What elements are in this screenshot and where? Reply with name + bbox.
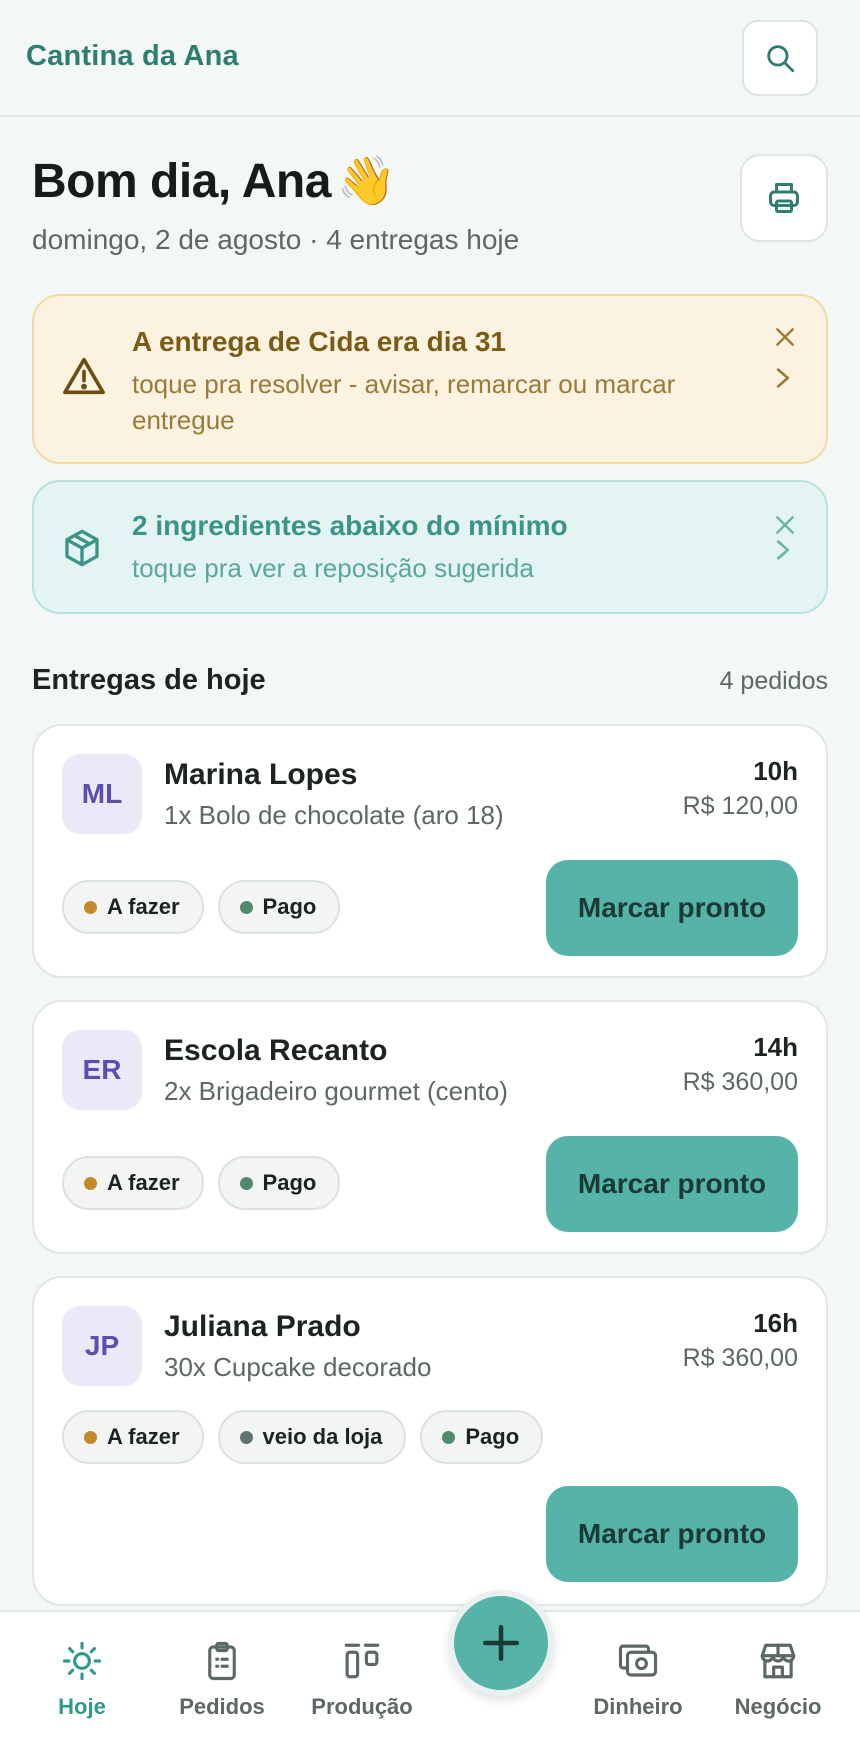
status-chips: A fazer Pago: [62, 880, 341, 934]
store-icon: [760, 1643, 796, 1679]
status-chip: A fazer: [62, 880, 204, 934]
nav-label: Produção: [311, 1694, 413, 1719]
order-price: R$ 360,00: [682, 1068, 798, 1096]
alert-title: 2 ingredientes abaixo do mínimo: [132, 510, 568, 541]
customer-name: Marina Lopes: [164, 758, 358, 791]
order-item: 1x Bolo de chocolate (aro 18): [164, 800, 504, 830]
chevron-right-icon: [776, 368, 790, 388]
section-count: 4 pedidos: [719, 667, 828, 695]
greeting-title: Bom dia, Ana 👋: [32, 152, 397, 209]
app-brand: Cantina da Ana: [26, 40, 239, 72]
search-button[interactable]: [742, 20, 818, 96]
nav-label: Negócio: [734, 1694, 822, 1719]
status-chips: A fazer Pago: [62, 1156, 341, 1210]
bottom-navigation: Hoje Pedidos Produção Dinheiro Negócio: [0, 1610, 860, 1747]
status-chip: veio da loja: [217, 1410, 407, 1464]
section-title: Entregas de hoje: [32, 664, 266, 696]
mark-ready-button[interactable]: Marcar pronto: [546, 1136, 798, 1232]
low-stock-alert[interactable]: 2 ingredientes abaixo do mínimo toque pr…: [32, 480, 828, 614]
avatar: ER: [62, 1030, 142, 1110]
order-card[interactable]: ML Marina Lopes 1x Bolo de chocolate (ar…: [32, 724, 828, 978]
status-dot: [84, 1176, 97, 1190]
box-icon: [65, 529, 99, 567]
order-card[interactable]: ER Escola Recanto 2x Brigadeiro gourmet …: [32, 1000, 828, 1254]
status-dot: [239, 900, 253, 914]
nav-item-dinheiro[interactable]: Dinheiro: [568, 1640, 708, 1720]
close-icon[interactable]: [774, 326, 796, 348]
nav-label: Hoje: [58, 1694, 106, 1719]
late-delivery-alert[interactable]: A entrega de Cida era dia 31 toque pra r…: [32, 294, 828, 464]
customer-name: Escola Recanto: [164, 1034, 388, 1067]
printer-icon: [769, 183, 799, 213]
mark-ready-button[interactable]: Marcar pronto: [546, 1486, 798, 1582]
sun-icon: [62, 1641, 102, 1681]
order-price: R$ 360,00: [682, 1344, 798, 1372]
alert-description: toque pra ver a reposição sugerida: [132, 553, 534, 583]
greeting-subtitle: domingo, 2 de agosto · 4 entregas hoje: [32, 224, 520, 255]
close-icon[interactable]: [774, 514, 796, 536]
plus-icon: [482, 1624, 520, 1662]
status-chip: Pago: [420, 1410, 544, 1464]
order-card[interactable]: JP Juliana Prado 30x Cupcake decorado 16…: [32, 1276, 828, 1606]
order-item: 2x Brigadeiro gourmet (cento): [164, 1076, 508, 1106]
wave-emoji-icon: 👋: [336, 155, 397, 208]
delivery-time: 10h: [753, 756, 798, 786]
delivery-time: 16h: [753, 1308, 798, 1338]
nav-label: Pedidos: [179, 1694, 265, 1719]
nav-item-negocio[interactable]: Negócio: [708, 1640, 848, 1720]
add-order-button[interactable]: [448, 1590, 554, 1696]
clipboard-icon: [208, 1641, 236, 1681]
status-dot: [239, 1176, 253, 1190]
status-dot: [84, 900, 97, 914]
alert-description: toque pra resolver - avisar, remarcar ou…: [132, 369, 676, 435]
customer-name: Juliana Prado: [164, 1310, 361, 1343]
status-dot: [239, 1430, 253, 1444]
status-dot: [84, 1430, 97, 1444]
status-dot: [442, 1430, 456, 1444]
top-bar: Cantina da Ana: [0, 0, 860, 117]
status-chip: Pago: [217, 1156, 341, 1210]
alert-title: A entrega de Cida era dia 31: [132, 326, 506, 357]
nav-item-pedidos[interactable]: Pedidos: [152, 1640, 292, 1720]
delivery-time: 14h: [753, 1032, 798, 1062]
nav-item-producao[interactable]: Produção: [292, 1640, 432, 1720]
nav-item-hoje[interactable]: Hoje: [12, 1640, 152, 1720]
chevron-right-icon: [776, 540, 790, 560]
mark-ready-button[interactable]: Marcar pronto: [546, 860, 798, 956]
search-icon: [767, 45, 795, 73]
status-chip: A fazer: [62, 1156, 204, 1210]
status-chip: Pago: [217, 880, 341, 934]
print-button[interactable]: [740, 154, 828, 242]
order-price: R$ 120,00: [682, 792, 798, 820]
production-icon: [344, 1643, 380, 1679]
status-chips: A fazer veio da loja Pago: [62, 1410, 544, 1464]
status-chip: A fazer: [62, 1410, 204, 1464]
nav-label: Dinheiro: [593, 1694, 683, 1719]
avatar: JP: [62, 1306, 142, 1386]
order-item: 30x Cupcake decorado: [164, 1352, 432, 1382]
greeting-text: Bom dia, Ana: [32, 155, 331, 208]
avatar: ML: [62, 754, 142, 834]
warning-icon: [63, 357, 105, 395]
money-icon: [618, 1644, 658, 1677]
